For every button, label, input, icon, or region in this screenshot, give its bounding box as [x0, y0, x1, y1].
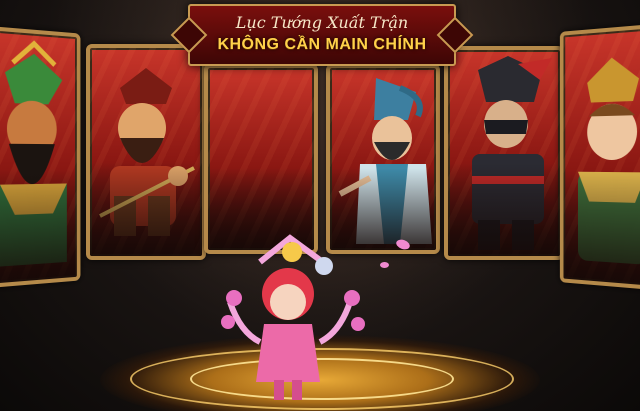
petal-particle [380, 262, 389, 268]
main-hero-pink-fairy[interactable] [220, 232, 370, 402]
hero-card-4[interactable] [326, 64, 440, 254]
hero-card-5[interactable] [444, 46, 564, 260]
title-banner: Lục Tướng Xuất Trận KHÔNG CẦN MAIN CHÍNH [188, 4, 456, 66]
card-shade [448, 163, 560, 256]
hero-card-1[interactable] [0, 26, 81, 288]
hero-card-3-empty[interactable] [204, 64, 318, 254]
game-scene: Lục Tướng Xuất Trận KHÔNG CẦN MAIN CHÍNH [0, 0, 640, 411]
card-shade [0, 168, 77, 284]
hero-card-2[interactable] [86, 44, 206, 260]
banner-line-1: Lục Tướng Xuất Trận [235, 13, 409, 32]
banner-line-2: KHÔNG CẦN MAIN CHÍNH [217, 36, 427, 53]
card-shade [563, 169, 640, 286]
card-shade [90, 162, 202, 256]
hero-card-6[interactable] [559, 23, 640, 291]
